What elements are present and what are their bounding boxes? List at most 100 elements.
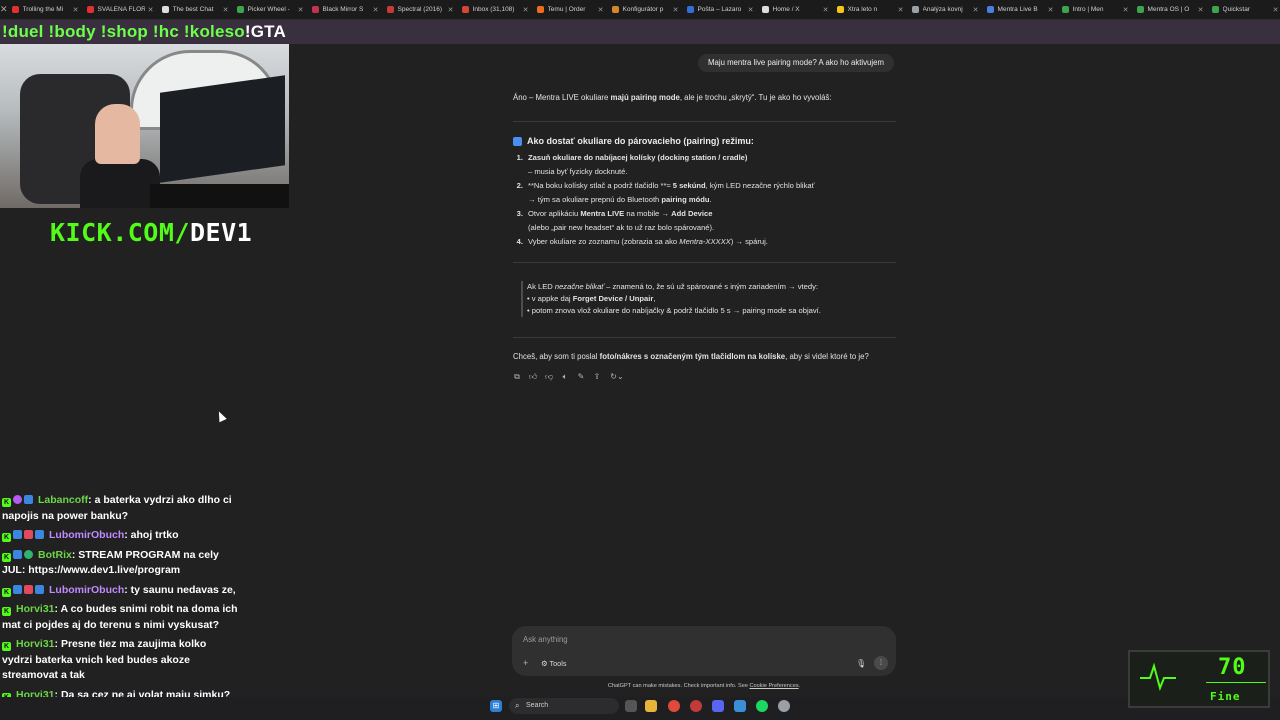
- tab-close-icon[interactable]: ✕: [748, 6, 754, 14]
- browser-tab[interactable]: Picker Wheel - ✕: [233, 0, 308, 19]
- vip-badge-icon: [24, 530, 33, 539]
- kick-badge-icon: K: [2, 642, 11, 651]
- tab-close-icon[interactable]: ✕: [1198, 6, 1204, 14]
- prompt-input[interactable]: Ask anything: [523, 635, 568, 644]
- stream-commands-text: !duel !body !shop !hc !koleso: [2, 22, 245, 41]
- close-tab-icon[interactable]: ✕: [0, 4, 8, 15]
- browser-tab[interactable]: Konfigurátor p ✕: [608, 0, 683, 19]
- voice-mode-button[interactable]: ⁞: [874, 656, 888, 670]
- edit-icon[interactable]: ✎: [576, 372, 586, 382]
- thumbs-down-icon[interactable]: 👎︎: [544, 372, 554, 382]
- browser-tab[interactable]: Temu | Order ✕: [533, 0, 608, 19]
- chat-message: K Labancoff: a baterka vydrzi ako dlho ci…: [0, 492, 240, 527]
- spotify-icon[interactable]: [756, 700, 768, 712]
- tab-close-icon[interactable]: ✕: [73, 6, 79, 14]
- tab-close-icon[interactable]: ✕: [1048, 6, 1054, 14]
- tab-close-icon[interactable]: ✕: [823, 6, 829, 14]
- settings-icon[interactable]: [778, 700, 790, 712]
- tab-close-icon[interactable]: ✕: [448, 6, 454, 14]
- tools-button[interactable]: ⚙︎ Tools: [541, 659, 566, 668]
- moderator-badge-icon: [13, 584, 22, 594]
- tab-close-icon[interactable]: ✕: [298, 6, 304, 14]
- chat-username[interactable]: Horvi31: [16, 638, 55, 650]
- list-item: 1. Zasuň okuliare do nabíjacej kolísky (…: [513, 151, 898, 179]
- status-divider: [1206, 682, 1266, 683]
- windows-taskbar: [0, 697, 1280, 720]
- browser-tab[interactable]: Intro | Men ✕: [1058, 0, 1133, 19]
- thumbs-up-icon[interactable]: 👍︎: [528, 372, 538, 382]
- tab-close-icon[interactable]: ✕: [148, 6, 154, 14]
- copy-icon[interactable]: ⧉: [512, 372, 522, 382]
- taskbar-search[interactable]: ⌕ Search: [509, 698, 619, 714]
- tab-close-icon[interactable]: ✕: [1123, 6, 1129, 14]
- quote-text: ,: [653, 294, 656, 303]
- task-view-icon[interactable]: [625, 700, 637, 712]
- obs-icon[interactable]: [690, 700, 702, 712]
- moderator-badge-icon: [13, 549, 22, 559]
- step-text: Otvor aplikáciu: [528, 209, 581, 218]
- chrome-icon[interactable]: [668, 700, 680, 712]
- tab-favicon-icon: [836, 6, 844, 13]
- message-composer[interactable]: Ask anything + ⚙︎ Tools 🎙︎ ⁞: [512, 626, 896, 676]
- discord-icon[interactable]: [712, 700, 724, 712]
- browser-tab[interactable]: Spectral (2016) ✕: [383, 0, 458, 19]
- tab-close-icon[interactable]: ✕: [898, 6, 904, 14]
- chat-username[interactable]: BotRix: [38, 549, 72, 561]
- browser-tab[interactable]: SVALENA FLOR ✕: [83, 0, 158, 19]
- browser-tab[interactable]: Analýza kovnj ✕: [908, 0, 983, 19]
- browser-tab[interactable]: Xtra leto n ✕: [833, 0, 908, 19]
- assistant-intro: Áno – Mentra LIVE okuliare majú pairing …: [513, 93, 832, 102]
- quote-text: Ak LED: [527, 282, 555, 291]
- tab-label: Analýza kovnj: [922, 6, 963, 13]
- browser-tab[interactable]: Mentra Live B ✕: [983, 0, 1058, 19]
- tab-label: Picker Wheel -: [247, 6, 290, 13]
- list-item: 4. Vyber okuliare zo zoznamu (zobrazia s…: [513, 235, 898, 249]
- kick-badge-icon: K: [2, 587, 11, 597]
- tab-label: Home / X: [772, 6, 800, 13]
- browser-tab[interactable]: Trolling the Mi ✕: [8, 0, 83, 19]
- browser-tab[interactable]: Mentra OS | O ✕: [1133, 0, 1208, 19]
- tab-close-icon[interactable]: ✕: [523, 6, 529, 14]
- question-text: , aby si videl ktoré to je?: [785, 352, 869, 361]
- browser-tab[interactable]: Quickstar ✕: [1208, 0, 1280, 19]
- step-text: (alebo „pair new headset“ ak to už raz b…: [528, 223, 715, 232]
- browser-tab[interactable]: Home / X ✕: [758, 0, 833, 19]
- step-text: .: [709, 195, 712, 204]
- browser-tab[interactable]: Pošta – Lazaro ✕: [683, 0, 758, 19]
- chat-username[interactable]: LubomirObuch: [49, 584, 124, 596]
- share-icon[interactable]: ⇪: [592, 372, 602, 382]
- cookie-preferences-link[interactable]: Cookie Preferences: [749, 683, 798, 689]
- blockquote-note: Ak LED nezačne blikať – znamená to, že s…: [521, 281, 821, 317]
- chat-username[interactable]: LubomirObuch: [49, 529, 124, 541]
- tab-label: Mentra Live B: [997, 6, 1038, 13]
- file-explorer-icon[interactable]: [645, 700, 657, 712]
- tab-favicon-icon: [761, 6, 769, 13]
- browser-tab[interactable]: Black Mirror S ✕: [308, 0, 383, 19]
- speaker-icon[interactable]: 🔈︎: [560, 372, 570, 382]
- stream-commands-gta: !GTA: [244, 22, 286, 41]
- chat-username[interactable]: Labancoff: [38, 494, 88, 506]
- moderator-badge-icon: [35, 584, 44, 594]
- tab-close-icon[interactable]: ✕: [1273, 6, 1279, 14]
- tab-close-icon[interactable]: ✕: [223, 6, 229, 14]
- moderator-badge-icon: [13, 530, 22, 539]
- tab-favicon-icon: [986, 6, 994, 13]
- tab-label: Intro | Men: [1072, 6, 1104, 13]
- tab-close-icon[interactable]: ✕: [673, 6, 679, 14]
- step-text-italic: Mentra-XXXXX: [679, 237, 731, 246]
- notepad-icon[interactable]: [734, 700, 746, 712]
- tab-close-icon[interactable]: ✕: [373, 6, 379, 14]
- windows-start-icon[interactable]: ⊞: [490, 700, 502, 712]
- status-word: Fine: [1210, 690, 1241, 703]
- regenerate-icon[interactable]: ↻⌄: [608, 372, 626, 382]
- assistant-followup-question: Chceš, aby som ti poslal foto/nákres s o…: [513, 352, 869, 361]
- browser-tab-bar: ✕ Trolling the Mi ✕ SVALENA FLOR ✕ The best …: [0, 0, 1280, 20]
- step-text: → tým sa okuliare prepnú do Bluetooth: [528, 195, 662, 204]
- tab-close-icon[interactable]: ✕: [598, 6, 604, 14]
- browser-tab[interactable]: The best Chat ✕: [158, 0, 233, 19]
- plus-icon[interactable]: +: [523, 658, 528, 668]
- browser-tab[interactable]: Inbox (31,108) ✕: [458, 0, 533, 19]
- microphone-icon[interactable]: 🎙︎: [856, 659, 866, 668]
- chat-username[interactable]: Horvi31: [16, 603, 55, 615]
- tab-close-icon[interactable]: ✕: [973, 6, 979, 14]
